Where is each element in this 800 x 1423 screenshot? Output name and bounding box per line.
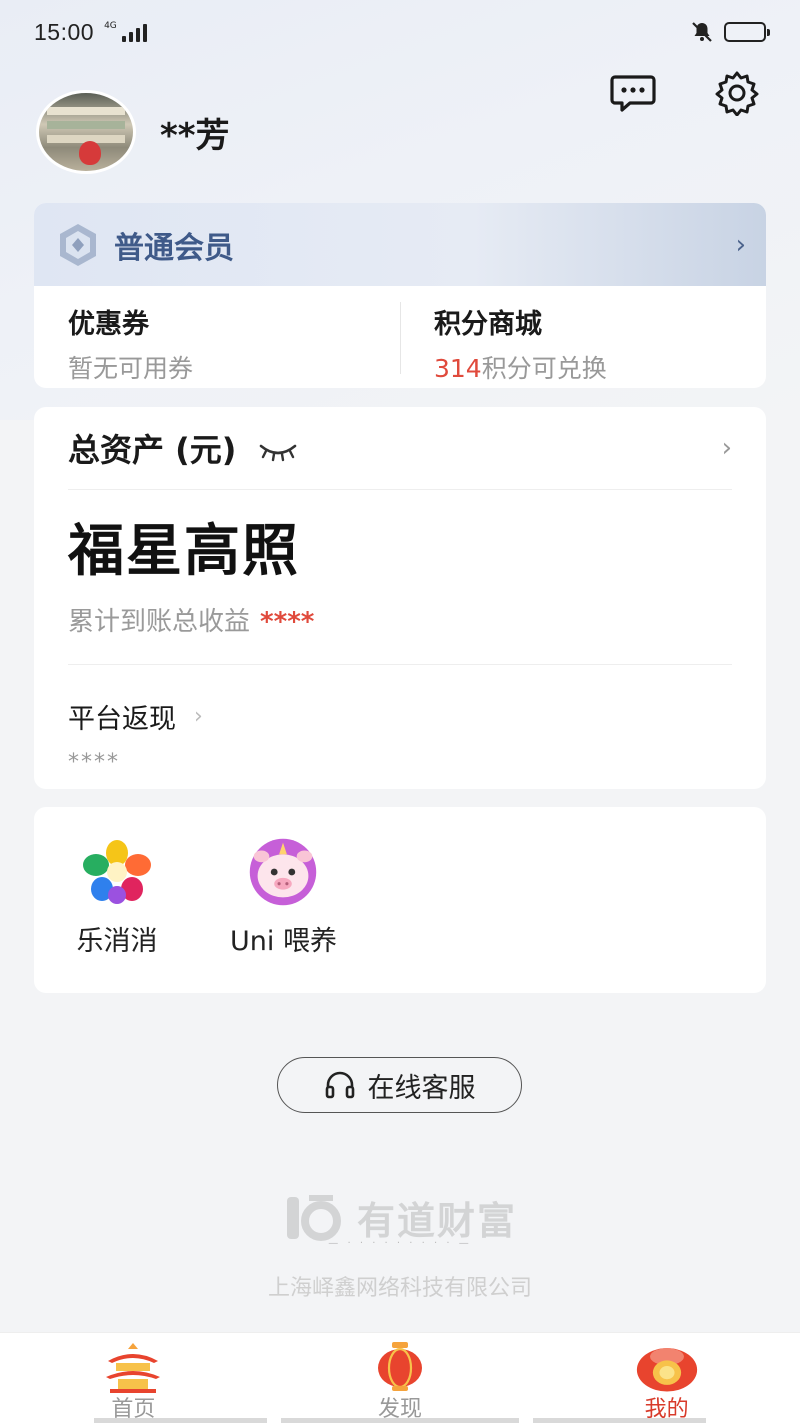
unicorn-pig-icon <box>240 837 326 907</box>
points-mall-section[interactable]: 积分商城 314积分可兑换 <box>400 286 766 388</box>
company-name: 上海峄鑫网络科技有限公司 <box>267 1276 532 1301</box>
brand-tagline: — · · · · · · · · · — <box>328 1238 472 1249</box>
hidden-eye-icon[interactable] <box>258 440 298 462</box>
online-service-button[interactable]: 在线客服 <box>277 1057 522 1113</box>
tab-discover[interactable]: 发现 <box>267 1333 534 1423</box>
mute-bell-icon <box>692 22 712 42</box>
flower-icon <box>74 837 160 907</box>
assets-title: 总资产 (元) <box>68 431 237 469</box>
tab-mine[interactable]: 我的 <box>533 1333 800 1423</box>
coupon-status: 暂无可用券 <box>68 354 194 383</box>
earnings-label: 累计到账总收益 <box>68 607 251 637</box>
coupon-section[interactable]: 优惠券 暂无可用券 <box>34 286 400 388</box>
chevron-right-icon: › <box>721 433 732 463</box>
assets-amount: 福星高照 <box>68 519 300 584</box>
earnings-row: 累计到账总收益 **** <box>68 601 732 665</box>
username: **芳 <box>160 116 230 156</box>
points-suffix: 积分可兑换 <box>481 354 607 383</box>
game-label: Uni 喂养 <box>230 926 337 957</box>
headset-icon <box>325 1071 354 1099</box>
signal-icon: 4G <box>104 22 147 42</box>
lantern-icon <box>368 1339 432 1395</box>
game-label: 乐消消 <box>76 926 158 957</box>
game-item-uni-feed[interactable]: Uni 喂养 <box>230 807 337 993</box>
coupon-label: 优惠券 <box>68 309 149 340</box>
games-card: 乐消消 Uni 喂养 <box>34 807 766 993</box>
brand-logo-icon <box>286 1194 341 1241</box>
message-icon[interactable] <box>608 70 658 116</box>
brand-name: 有道财富 <box>356 1199 517 1243</box>
cashback-row[interactable]: 平台返现 › <box>68 697 732 736</box>
member-level-row[interactable]: 普通会员 › <box>34 203 766 286</box>
game-item-lexiaoxiao[interactable]: 乐消消 <box>74 807 160 993</box>
points-mall-label: 积分商城 <box>434 309 542 340</box>
points-info: 314积分可兑换 <box>434 349 732 385</box>
network-type: 4G <box>104 21 117 31</box>
cashback-label: 平台返现 <box>68 704 176 735</box>
battery-icon <box>724 22 770 42</box>
avatar[interactable] <box>36 90 136 174</box>
lucky-bag-icon <box>635 1339 699 1395</box>
brand-watermark: 有道财富 <box>0 1190 800 1245</box>
status-bar: 15:00 4G <box>0 0 800 64</box>
member-badge-icon <box>60 223 96 266</box>
member-card: 普通会员 › 优惠券 暂无可用券 积分商城 314积分可兑换 <box>34 203 766 388</box>
cashback-value: **** <box>68 750 120 775</box>
chevron-right-icon: › <box>735 229 746 260</box>
chevron-right-icon: › <box>194 704 203 729</box>
points-value: 314 <box>434 354 482 383</box>
tab-home[interactable]: 首页 <box>0 1333 267 1423</box>
assets-header[interactable]: 总资产 (元) › <box>68 407 732 490</box>
status-time: 15:00 <box>34 18 95 45</box>
settings-gear-icon[interactable] <box>712 70 762 116</box>
assets-card: 总资产 (元) › 福星高照 累计到账总收益 **** 平台返现 › **** <box>34 407 766 789</box>
bottom-tab-bar: 首页 发现 我的 <box>0 1332 800 1423</box>
earnings-value: **** <box>260 607 315 637</box>
online-service-label: 在线客服 <box>367 1072 476 1104</box>
member-level: 普通会员 <box>114 230 234 266</box>
pavilion-icon <box>101 1339 165 1395</box>
header-actions <box>608 70 762 116</box>
